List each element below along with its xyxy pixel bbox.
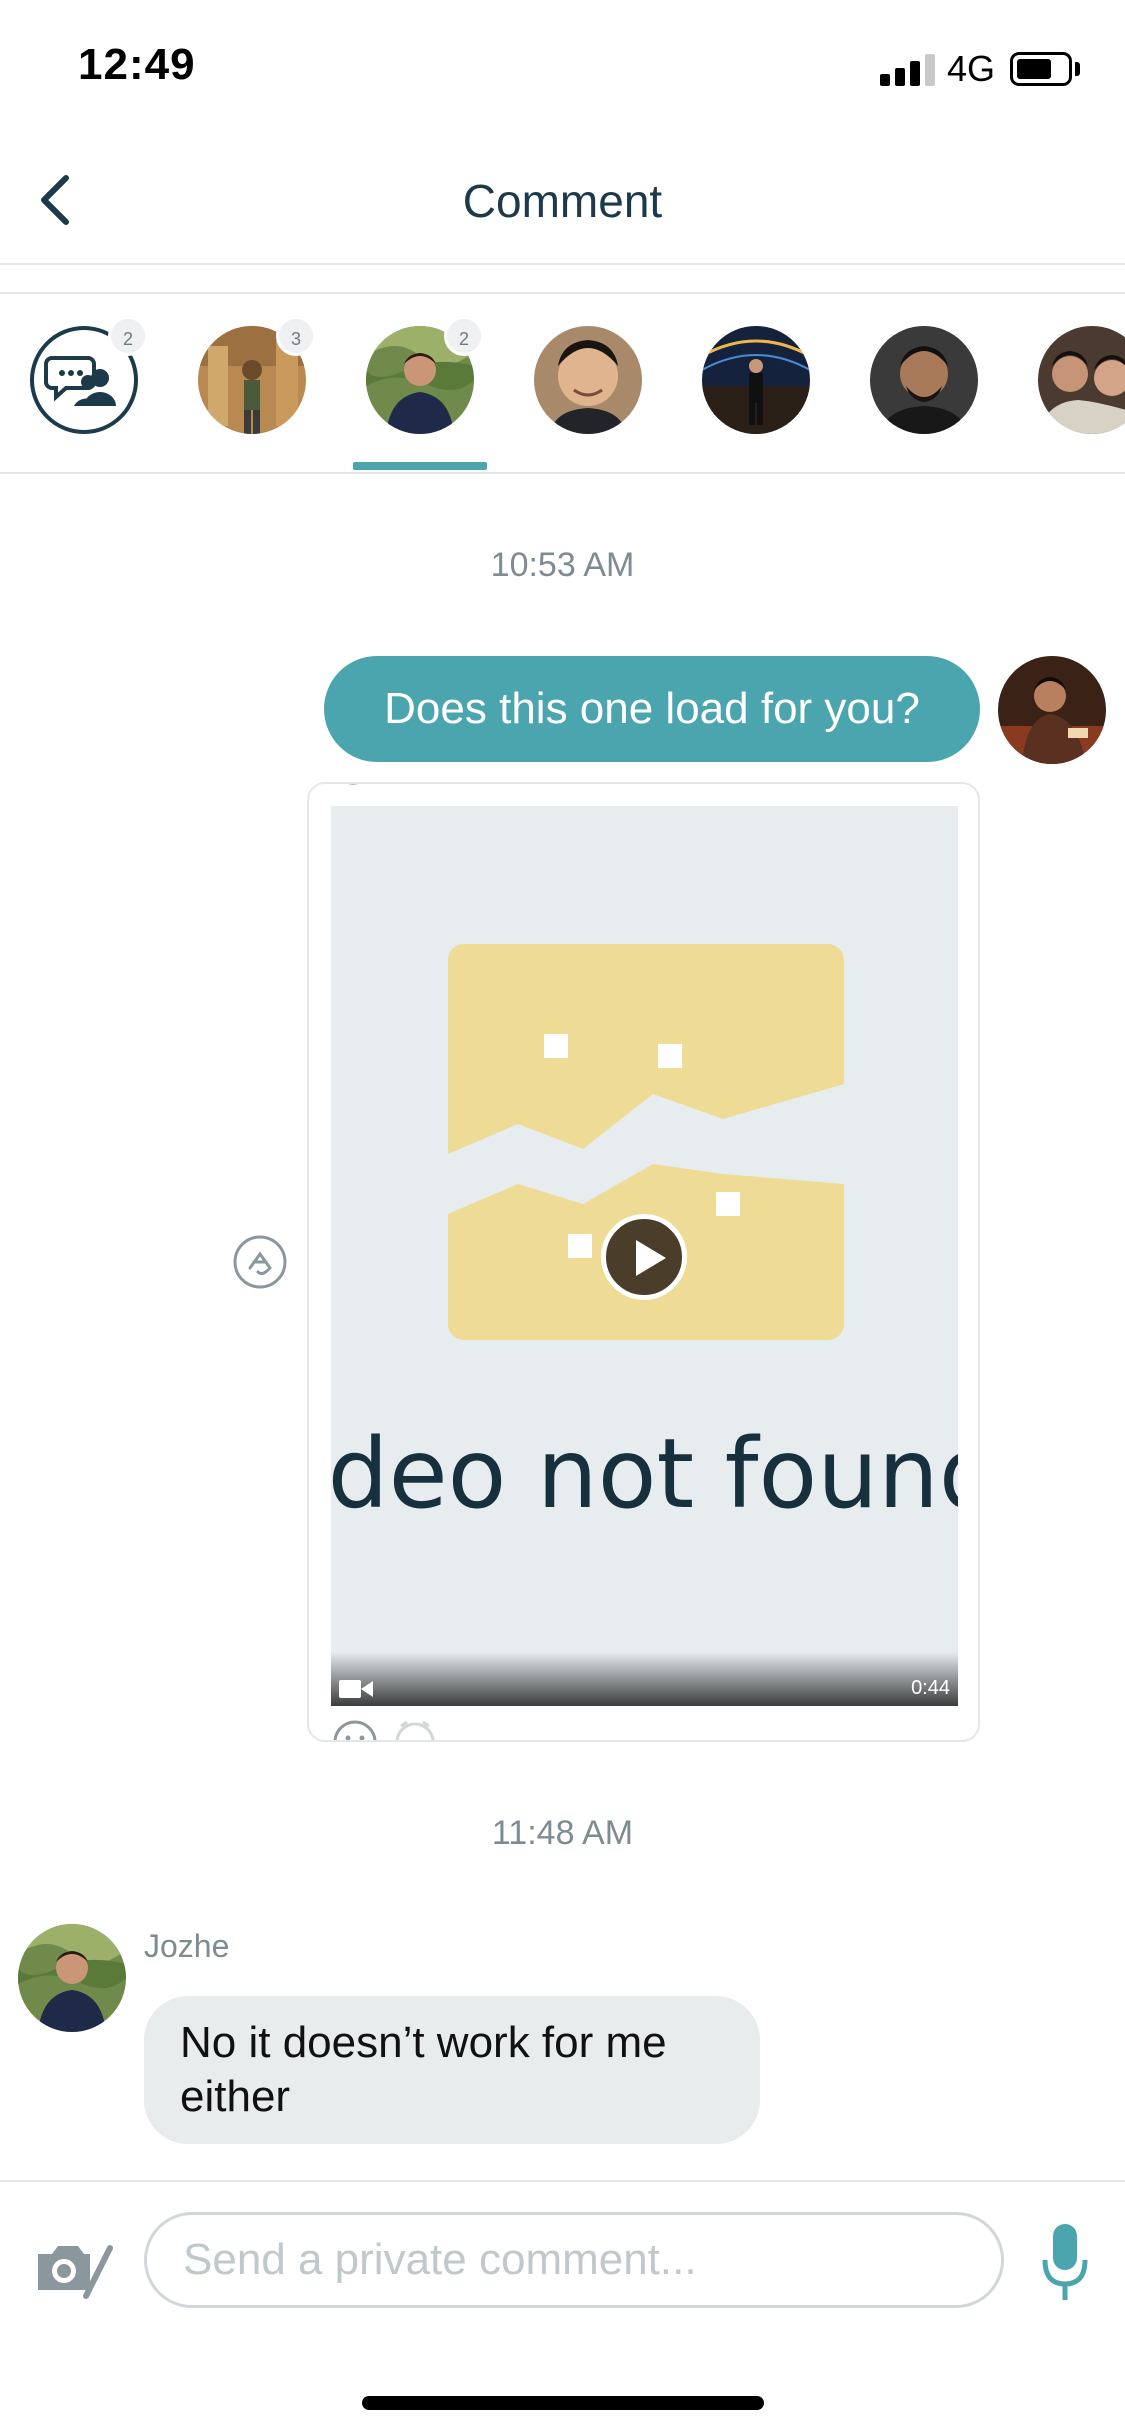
video-error-text: ideo not found — [331, 1418, 958, 1530]
play-button[interactable] — [601, 1214, 687, 1300]
video-camera-icon — [339, 1680, 373, 1698]
unread-badge: 3 — [276, 316, 316, 356]
status-time: 12:49 — [78, 40, 196, 89]
unread-badge: 2 — [444, 316, 484, 356]
participant-avatar[interactable] — [1038, 326, 1125, 434]
composer-bar — [0, 2180, 1125, 2360]
group-chat-tab[interactable]: 2 — [30, 316, 148, 434]
avatar — [534, 326, 642, 434]
outgoing-message-bubble[interactable]: Does this one load for you? — [324, 656, 980, 762]
participant-strip[interactable]: 2 3 2 — [0, 296, 1125, 474]
nav-header: Comment — [0, 140, 1125, 265]
unread-badge: 2 — [108, 316, 148, 356]
comment-input[interactable] — [144, 2212, 1004, 2308]
microphone-button[interactable] — [1040, 2222, 1090, 2306]
avatar — [702, 326, 810, 434]
message-timestamp: 11:48 AM — [491, 1814, 634, 1852]
page-title: Comment — [462, 175, 663, 227]
incoming-message-bubble[interactable]: No it doesn’t work for me either — [144, 1996, 760, 2144]
home-indicator — [362, 2396, 764, 2410]
sender-avatar[interactable] — [18, 1924, 126, 2032]
shared-media-card[interactable]: ideo not found 0:44 — [307, 782, 980, 1742]
camera-icon — [38, 2245, 113, 2299]
network-type: 4G — [947, 48, 996, 89]
participant-avatar[interactable] — [702, 326, 810, 434]
reaction-icon — [233, 1235, 287, 1289]
battery-tip — [1075, 62, 1080, 76]
avatar — [870, 326, 978, 434]
video-info-bar: 0:44 — [331, 1652, 958, 1706]
avatar — [1038, 326, 1125, 434]
selected-tab-indicator — [353, 462, 487, 470]
video-duration: 0:44 — [911, 1677, 950, 1699]
cellular-signal-icon — [880, 54, 936, 86]
own-avatar[interactable] — [998, 656, 1106, 764]
participant-avatar[interactable] — [870, 326, 978, 434]
status-bar: 12:49 4G — [0, 0, 1125, 140]
microphone-icon — [1042, 2224, 1088, 2300]
divider — [0, 292, 1125, 294]
camera-button[interactable] — [34, 2234, 114, 2304]
battery-icon — [1010, 52, 1072, 86]
sender-name: Jozhe — [144, 1928, 230, 1964]
participant-avatar-selected[interactable]: 2 — [366, 316, 484, 434]
participant-avatar[interactable] — [534, 326, 642, 434]
card-actions-cropped — [333, 1714, 453, 1740]
react-button[interactable] — [232, 1234, 288, 1290]
message-timestamp: 10:53 AM — [490, 546, 635, 584]
participant-avatar[interactable]: 3 — [198, 316, 316, 434]
video-player[interactable]: ideo not found 0:44 — [331, 806, 958, 1706]
card-header-cropped — [339, 784, 639, 793]
